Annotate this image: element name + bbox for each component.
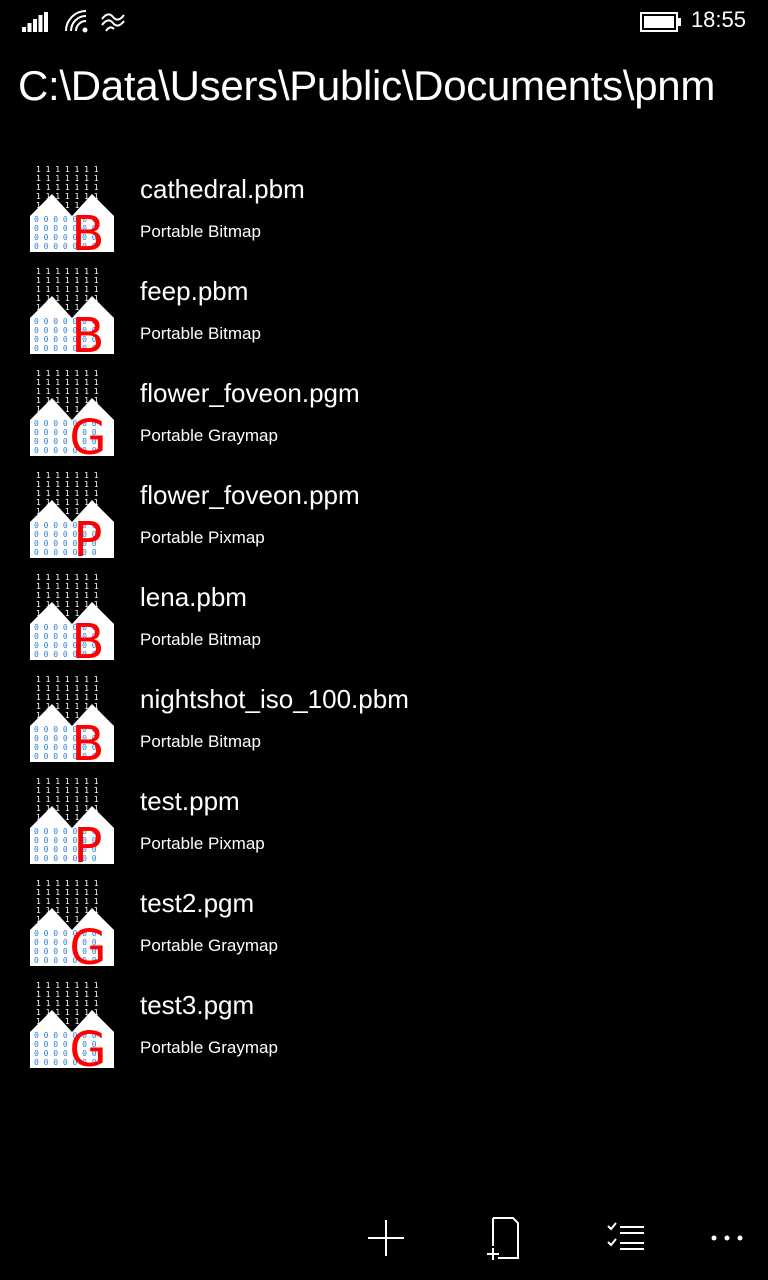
thumb-digit-row: 1 1 1 1 1 1 1 (36, 573, 99, 582)
file-list-item[interactable]: 1 1 1 1 1 1 11 1 1 1 1 1 11 1 1 1 1 1 11… (0, 364, 768, 466)
thumb-digit-row: 1 1 1 1 1 1 1 (36, 276, 99, 285)
file-type-badge: B (72, 206, 105, 252)
file-type: Portable Graymap (140, 426, 278, 445)
thumb-digit-row: 1 1 1 1 1 1 1 (36, 471, 99, 480)
file-name: feep.pbm (140, 276, 249, 306)
file-list-item[interactable]: 1 1 1 1 1 1 11 1 1 1 1 1 11 1 1 1 1 1 11… (0, 568, 768, 670)
status-bar: 18:55 (0, 0, 768, 46)
pnm-file-icon: 1 1 1 1 1 1 11 1 1 1 1 1 11 1 1 1 1 1 11… (30, 879, 114, 966)
file-type-badge: P (74, 818, 103, 864)
thumb-digit-row: 1 1 1 1 1 1 1 (36, 165, 99, 174)
thumb-digit-row: 1 1 1 1 1 1 1 (36, 387, 99, 396)
file-list-item[interactable]: 1 1 1 1 1 1 11 1 1 1 1 1 11 1 1 1 1 1 11… (0, 262, 768, 364)
page-title: C:\Data\Users\Public\Documents\pnm (18, 62, 716, 109)
wifi-icon (65, 10, 88, 33)
file-type-badge: B (72, 614, 105, 660)
file-type-badge: G (69, 920, 106, 966)
file-name: test.ppm (140, 786, 240, 816)
file-type: Portable Bitmap (140, 222, 261, 241)
select-button[interactable] (598, 1210, 654, 1266)
more-button[interactable] (700, 1210, 756, 1266)
thumb-digit-row: 1 1 1 1 1 1 1 (36, 183, 99, 192)
new-file-button[interactable] (478, 1210, 534, 1266)
file-list-item[interactable]: 1 1 1 1 1 1 11 1 1 1 1 1 11 1 1 1 1 1 11… (0, 874, 768, 976)
pnm-file-icon: 1 1 1 1 1 1 11 1 1 1 1 1 11 1 1 1 1 1 11… (30, 573, 114, 660)
new-file-icon (487, 1217, 519, 1260)
thumb-digit-row: 1 1 1 1 1 1 1 (36, 897, 99, 906)
pnm-file-icon: 1 1 1 1 1 1 11 1 1 1 1 1 11 1 1 1 1 1 11… (30, 981, 114, 1068)
file-list: 1 1 1 1 1 1 11 1 1 1 1 1 11 1 1 1 1 1 11… (0, 160, 768, 1078)
pnm-file-icon: 1 1 1 1 1 1 11 1 1 1 1 1 11 1 1 1 1 1 11… (30, 471, 114, 558)
file-name: nightshot_iso_100.pbm (140, 684, 409, 714)
thumb-digit-row: 1 1 1 1 1 1 1 (36, 480, 99, 489)
thumb-digit-row: 1 1 1 1 1 1 1 (36, 786, 99, 795)
thumb-digit-row: 1 1 1 1 1 1 1 (36, 999, 99, 1008)
thumb-digit-row: 1 1 1 1 1 1 1 (36, 684, 99, 693)
file-list-item[interactable]: 1 1 1 1 1 1 11 1 1 1 1 1 11 1 1 1 1 1 11… (0, 976, 768, 1078)
thumb-digit-row: 1 1 1 1 1 1 1 (36, 489, 99, 498)
file-type-badge: P (74, 512, 103, 558)
thumb-digit-row: 1 1 1 1 1 1 1 (36, 369, 99, 378)
file-type-badge: G (69, 410, 106, 456)
clock: 18:55 (690, 7, 746, 32)
file-name: test2.pgm (140, 888, 255, 918)
thumb-digit-row: 1 1 1 1 1 1 1 (36, 675, 99, 684)
thumb-digit-row: 1 1 1 1 1 1 1 (36, 879, 99, 888)
data-sense-icon (101, 13, 125, 32)
file-type: Portable Bitmap (140, 630, 261, 649)
add-icon (368, 1220, 404, 1256)
file-type-badge: B (72, 308, 105, 354)
pnm-file-icon: 1 1 1 1 1 1 11 1 1 1 1 1 11 1 1 1 1 1 11… (30, 777, 114, 864)
thumb-digit-row: 1 1 1 1 1 1 1 (36, 591, 99, 600)
app-bar (0, 1196, 768, 1280)
file-name: cathedral.pbm (140, 174, 305, 204)
pnm-file-icon: 1 1 1 1 1 1 11 1 1 1 1 1 11 1 1 1 1 1 11… (30, 369, 114, 456)
file-type: Portable Graymap (140, 936, 278, 955)
thumb-digit-row: 1 1 1 1 1 1 1 (36, 267, 99, 276)
file-list-item[interactable]: 1 1 1 1 1 1 11 1 1 1 1 1 11 1 1 1 1 1 11… (0, 772, 768, 874)
thumb-digit-row: 1 1 1 1 1 1 1 (36, 582, 99, 591)
file-name: flower_foveon.ppm (140, 480, 360, 510)
file-type: Portable Bitmap (140, 732, 261, 751)
file-type: Portable Pixmap (140, 834, 265, 853)
file-list-item[interactable]: 1 1 1 1 1 1 11 1 1 1 1 1 11 1 1 1 1 1 11… (0, 466, 768, 568)
thumb-digit-row: 1 1 1 1 1 1 1 (36, 888, 99, 897)
file-type: Portable Bitmap (140, 324, 261, 343)
thumb-digit-row: 1 1 1 1 1 1 1 (36, 777, 99, 786)
file-name: flower_foveon.pgm (140, 378, 360, 408)
file-type-badge: B (72, 716, 105, 762)
pnm-file-icon: 1 1 1 1 1 1 11 1 1 1 1 1 11 1 1 1 1 1 11… (30, 675, 114, 762)
file-type-badge: G (69, 1022, 106, 1068)
select-list-icon (607, 1222, 644, 1250)
file-type: Portable Pixmap (140, 528, 265, 547)
thumb-digit-row: 1 1 1 1 1 1 1 (36, 378, 99, 387)
thumb-digit-row: 1 1 1 1 1 1 1 (36, 990, 99, 999)
thumb-digit-row: 1 1 1 1 1 1 1 (36, 795, 99, 804)
thumb-digit-row: 1 1 1 1 1 1 1 (36, 693, 99, 702)
file-type: Portable Graymap (140, 1038, 278, 1057)
more-icon (711, 1235, 743, 1241)
file-name: lena.pbm (140, 582, 247, 612)
pnm-file-icon: 1 1 1 1 1 1 11 1 1 1 1 1 11 1 1 1 1 1 11… (30, 165, 114, 252)
file-name: test3.pgm (140, 990, 255, 1020)
battery-icon (640, 12, 681, 32)
add-button[interactable] (358, 1210, 414, 1266)
thumb-digit-row: 1 1 1 1 1 1 1 (36, 174, 99, 183)
thumb-digit-row: 1 1 1 1 1 1 1 (36, 981, 99, 990)
file-list-item[interactable]: 1 1 1 1 1 1 11 1 1 1 1 1 11 1 1 1 1 1 11… (0, 160, 768, 262)
signal-strength-icon (22, 12, 48, 32)
file-list-item[interactable]: 1 1 1 1 1 1 11 1 1 1 1 1 11 1 1 1 1 1 11… (0, 670, 768, 772)
thumb-digit-row: 1 1 1 1 1 1 1 (36, 285, 99, 294)
pnm-file-icon: 1 1 1 1 1 1 11 1 1 1 1 1 11 1 1 1 1 1 11… (30, 267, 114, 354)
